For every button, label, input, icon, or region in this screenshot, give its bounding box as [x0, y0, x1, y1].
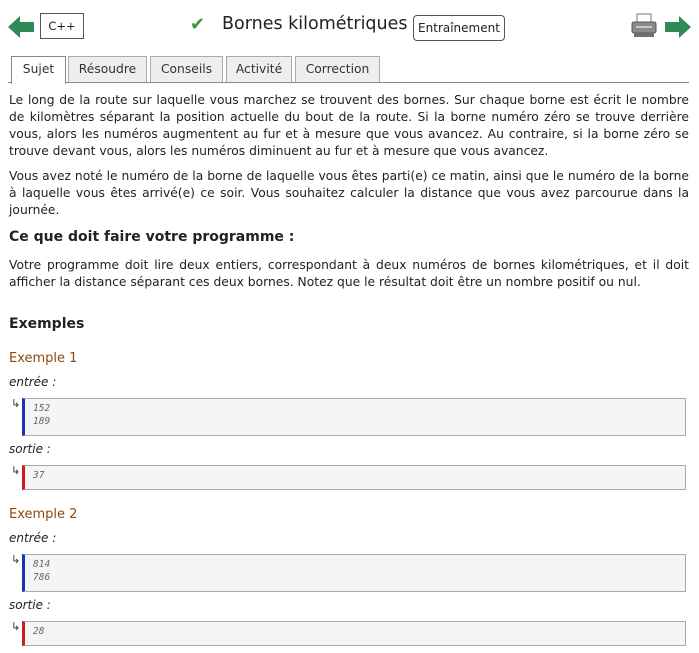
- tab-sujet[interactable]: Sujet: [11, 56, 66, 84]
- tab-bar: Sujet Résoudre Conseils Activité Correct…: [0, 54, 699, 84]
- example-title: Exemple 2: [9, 507, 78, 522]
- input-label: entrée :: [9, 531, 57, 545]
- training-mode-button[interactable]: Entraînement: [413, 15, 505, 41]
- output-label: sortie :: [9, 598, 51, 612]
- statement-paragraph: Le long de la route sur laquelle vous ma…: [9, 93, 689, 158]
- input-line: 786: [33, 572, 51, 583]
- examples-heading: Exemples: [9, 316, 85, 332]
- tab-conseils[interactable]: Conseils: [150, 56, 223, 82]
- previous-arrow-icon[interactable]: [8, 16, 34, 38]
- io-arrow-icon: ↳: [11, 397, 21, 410]
- tab-activite[interactable]: Activité: [226, 56, 292, 82]
- next-arrow-icon[interactable]: [665, 16, 691, 38]
- task-body: Votre programme doit lire deux entiers, …: [9, 257, 689, 299]
- page-title: Bornes kilométriques: [222, 14, 408, 34]
- example-input-box: 152 189: [22, 398, 686, 436]
- input-label: entrée :: [9, 375, 57, 389]
- output-line: 28: [33, 626, 45, 637]
- statement-body: Le long de la route sur laquelle vous ma…: [9, 92, 689, 227]
- io-arrow-icon: ↳: [11, 464, 21, 477]
- example-output-box: 28: [22, 621, 686, 646]
- tab-correction[interactable]: Correction: [295, 56, 380, 82]
- input-line: 189: [33, 416, 51, 427]
- example-output-box: 37: [22, 465, 686, 490]
- output-label: sortie :: [9, 442, 51, 456]
- statement-paragraph: Vous avez noté le numéro de la borne de …: [9, 169, 689, 217]
- language-button[interactable]: C++: [40, 13, 84, 39]
- input-line: 152: [33, 403, 51, 414]
- task-paragraph: Votre programme doit lire deux entiers, …: [9, 258, 689, 289]
- input-line: 814: [33, 559, 51, 570]
- printer-icon[interactable]: [630, 13, 658, 39]
- output-line: 37: [33, 470, 45, 481]
- tab-baseline: [8, 82, 689, 83]
- top-bar: C++ ✔ Bornes kilométriques Entraînement: [0, 0, 699, 54]
- task-heading: Ce que doit faire votre programme :: [9, 229, 295, 245]
- io-arrow-icon: ↳: [11, 620, 21, 633]
- example-title: Exemple 1: [9, 351, 78, 366]
- solved-check-icon: ✔: [190, 14, 206, 35]
- io-arrow-icon: ↳: [11, 553, 21, 566]
- tab-resoudre[interactable]: Résoudre: [68, 56, 147, 82]
- example-input-box: 814 786: [22, 554, 686, 592]
